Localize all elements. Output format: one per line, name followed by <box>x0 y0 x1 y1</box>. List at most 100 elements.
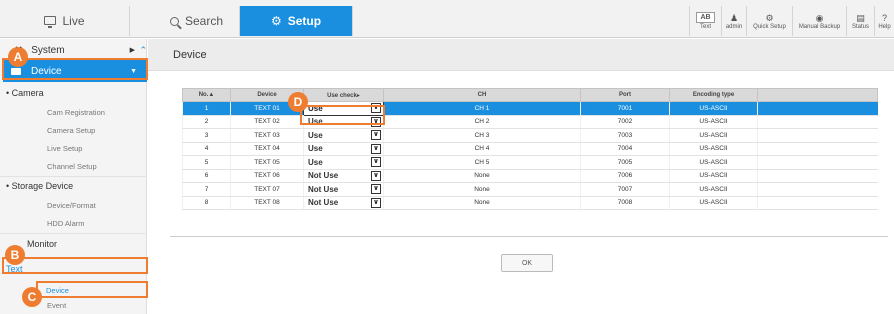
callout-box-c <box>36 281 148 298</box>
help-label: Help <box>878 23 891 30</box>
sidebar-item-live-setup[interactable]: Live Setup <box>47 144 82 153</box>
sidebar-system-label: System <box>31 44 65 56</box>
cell-encoding: US-ASCII <box>669 155 758 170</box>
cell-port: 7007 <box>580 182 670 197</box>
text-badge-icon: AB <box>696 12 715 23</box>
column-header-encoding[interactable]: Encoding type <box>669 88 758 102</box>
cell-device: TEXT 05 <box>230 155 304 170</box>
use-check-value: Not Use <box>308 198 339 208</box>
cell-device: TEXT 08 <box>230 196 304 210</box>
column-header-empty <box>757 88 878 102</box>
cell-encoding: US-ASCII <box>669 115 758 129</box>
cell-encoding: US-ASCII <box>669 169 758 183</box>
table-row[interactable]: 7 TEXT 07 Not Use ∨ None 7007 US-ASCII <box>182 182 878 197</box>
text-button-label: Text <box>699 24 711 30</box>
tab-search-label: Search <box>185 14 224 28</box>
cell-use-check[interactable]: Use ∨ <box>303 128 384 143</box>
cell-use-check[interactable]: Not Use ∨ <box>303 169 384 183</box>
chevron-down-icon[interactable]: ∨ <box>371 197 381 208</box>
cell-empty <box>757 182 878 197</box>
sidebar-section-storage[interactable]: Storage Device <box>0 181 147 191</box>
tab-setup[interactable]: ⚙ Setup <box>240 6 353 36</box>
manual-backup-button[interactable]: ◉ Manual Backup <box>792 6 846 36</box>
cell-encoding: US-ASCII <box>669 196 758 210</box>
cell-port: 7005 <box>580 155 670 170</box>
status-label: Status <box>851 23 869 30</box>
chevron-down-icon[interactable]: ∨ <box>371 143 381 154</box>
quick-setup-button[interactable]: ⚙ Quick Setup <box>746 6 792 36</box>
sidebar-section-monitor[interactable]: Monitor <box>27 239 57 249</box>
collapse-up-icon[interactable]: ⌃ <box>139 45 147 56</box>
sidebar-item-hdd-alarm[interactable]: HDD Alarm <box>47 219 85 228</box>
chevron-right-icon: ▶ <box>129 47 135 54</box>
table-row[interactable]: 2 TEXT 02 Use ∨ CH 2 7002 US-ASCII <box>182 115 878 129</box>
table-header-row: No.▲ Device Use check▸ CH Port Encoding … <box>182 88 878 102</box>
cell-empty <box>757 155 878 170</box>
sidebar-item-camera-setup[interactable]: Camera Setup <box>47 126 95 135</box>
backup-icon: ◉ <box>815 12 824 23</box>
column-header-no[interactable]: No.▲ <box>182 88 231 102</box>
quick-setup-icon: ⚙ <box>765 12 774 23</box>
chevron-down-icon[interactable]: ∨ <box>371 170 381 181</box>
sidebar-section-camera[interactable]: Camera <box>0 88 147 98</box>
help-button[interactable]: ? Help <box>874 6 894 36</box>
callout-badge-d: D <box>288 92 308 112</box>
tab-setup-label: Setup <box>287 14 322 28</box>
status-icon: ▤ <box>856 12 865 23</box>
cell-empty <box>757 101 878 116</box>
cell-use-check[interactable]: Not Use ∨ <box>303 196 384 210</box>
search-icon <box>170 16 179 26</box>
table-row[interactable]: 6 TEXT 06 Not Use ∨ None 7006 US-ASCII <box>182 169 878 183</box>
gear-icon: ⚙ <box>270 14 282 28</box>
cell-encoding: US-ASCII <box>669 128 758 143</box>
use-check-value: Not Use <box>308 184 339 194</box>
table-row[interactable]: 1 TEXT 01 Use ∨ CH 1 7001 US-ASCII <box>182 101 878 116</box>
column-header-use-check[interactable]: Use check▸ <box>303 88 384 102</box>
cell-use-check[interactable]: Use ∨ <box>303 155 384 170</box>
cell-use-check[interactable]: Use ∨ <box>303 142 384 156</box>
callout-badge-b: B <box>5 245 25 265</box>
use-check-value: Use <box>308 157 323 167</box>
cell-encoding: US-ASCII <box>669 101 758 116</box>
admin-button[interactable]: ♟ admin <box>721 6 746 36</box>
cell-ch: CH 2 <box>383 115 581 129</box>
sidebar-item-text-event[interactable]: Event <box>47 301 66 310</box>
table-row[interactable]: 3 TEXT 03 Use ∨ CH 3 7003 US-ASCII <box>182 128 878 143</box>
cell-port: 7003 <box>580 128 670 143</box>
user-icon: ♟ <box>729 12 739 23</box>
tab-live[interactable]: Live <box>0 6 130 36</box>
column-header-ch[interactable]: CH <box>383 88 581 102</box>
cell-ch: None <box>383 196 581 210</box>
cell-ch: CH 3 <box>383 128 581 143</box>
cell-use-check[interactable]: Not Use ∨ <box>303 182 384 197</box>
admin-label: admin <box>725 23 743 30</box>
cell-port: 7006 <box>580 169 670 183</box>
cell-port: 7008 <box>580 196 670 210</box>
status-button[interactable]: ▤ Status <box>846 6 874 36</box>
cell-empty <box>757 196 878 210</box>
table-row[interactable]: 8 TEXT 08 Not Use ∨ None 7008 US-ASCII <box>182 196 878 210</box>
table-row[interactable]: 5 TEXT 05 Use ∨ CH 5 7005 US-ASCII <box>182 155 878 170</box>
chevron-down-icon[interactable]: ∨ <box>371 157 381 167</box>
sidebar-item-channel-setup[interactable]: Channel Setup <box>47 162 97 171</box>
table-row[interactable]: 4 TEXT 04 Use ∨ CH 4 7004 US-ASCII <box>182 142 878 156</box>
help-icon: ? <box>881 12 887 23</box>
sidebar-item-cam-registration[interactable]: Cam Registration <box>47 108 105 117</box>
page-header: Device <box>148 39 894 71</box>
quick-setup-label: Quick Setup <box>753 23 786 30</box>
text-button[interactable]: AB Text <box>689 6 721 36</box>
cell-no: 5 <box>182 155 231 170</box>
sidebar-item-device-format[interactable]: Device/Format <box>47 201 96 210</box>
cell-ch: None <box>383 169 581 183</box>
column-header-port[interactable]: Port <box>580 88 670 102</box>
cell-ch: None <box>383 182 581 197</box>
chevron-down-icon[interactable]: ∨ <box>371 130 381 140</box>
cell-port: 7002 <box>580 115 670 129</box>
chevron-down-icon[interactable]: ∨ <box>371 184 381 194</box>
tab-search[interactable]: Search <box>130 6 240 36</box>
page-title: Device <box>173 49 207 61</box>
divider <box>170 236 888 237</box>
tab-live-label: Live <box>62 14 85 28</box>
ok-button[interactable]: OK <box>501 254 553 272</box>
main-content: Device No.▲ Device Use check▸ CH Port En… <box>148 39 894 314</box>
